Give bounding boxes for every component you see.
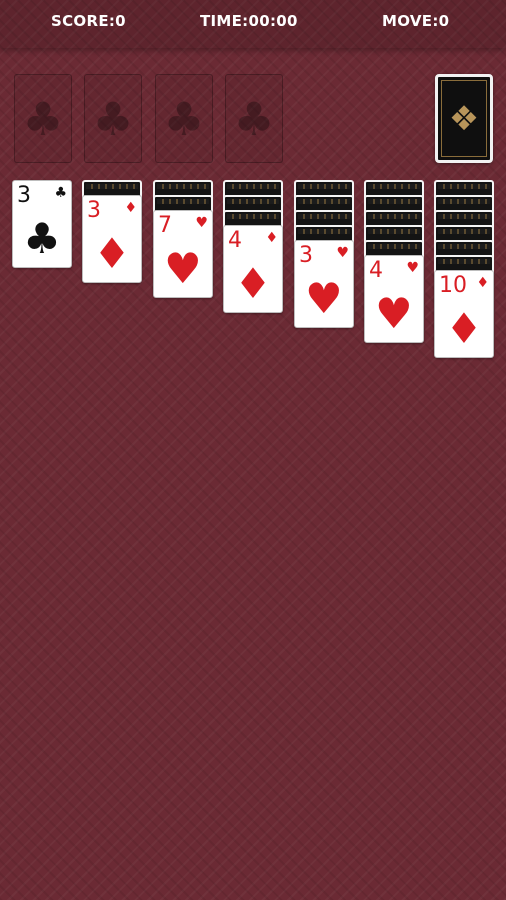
suit-icon: ♦	[265, 230, 278, 246]
move-counter-label: MOVE:0	[382, 12, 450, 30]
score-label: SCORE:0	[51, 12, 126, 30]
suit-icon: ♦	[476, 275, 489, 291]
face-up-card[interactable]: 7 ♥ ♥	[153, 210, 213, 298]
foundation-pile-2[interactable]: ♣	[84, 74, 142, 163]
suit-icon: ♣	[54, 185, 67, 201]
club-icon: ♣	[233, 91, 275, 146]
suit-icon: ♦	[445, 304, 483, 353]
suit-icon: ♥	[195, 215, 208, 231]
face-up-card[interactable]: 4 ♥ ♥	[364, 255, 424, 343]
foundation-pile-4[interactable]: ♣	[225, 74, 283, 163]
card-back-ornament-icon: ❖	[448, 98, 480, 139]
face-up-card[interactable]: 10 ♦ ♦	[434, 270, 494, 358]
suit-icon: ♦	[234, 259, 272, 308]
card-rank: 4	[369, 258, 383, 283]
face-up-card[interactable]: 3 ♣ ♣	[12, 180, 72, 268]
foundation-pile-3[interactable]: ♣	[155, 74, 213, 163]
suit-icon: ♦	[93, 229, 131, 278]
club-icon: ♣	[22, 91, 64, 146]
foundation-pile-1[interactable]: ♣	[14, 74, 72, 163]
card-rank: 7	[158, 213, 172, 238]
suit-icon: ♥	[164, 244, 202, 293]
face-up-card[interactable]: 4 ♦ ♦	[223, 225, 283, 313]
suit-icon: ♥	[406, 260, 419, 276]
suit-icon: ♦	[124, 200, 137, 216]
card-back-frame: ❖	[441, 80, 487, 157]
card-rank: 3	[299, 243, 313, 268]
card-rank: 3	[87, 198, 101, 223]
card-rank: 10	[439, 273, 467, 298]
stock-pile[interactable]: ❖	[435, 74, 493, 163]
timer-label: TIME:00:00	[200, 12, 298, 30]
card-rank: 4	[228, 228, 242, 253]
club-icon: ♣	[92, 91, 134, 146]
suit-icon: ♥	[305, 274, 343, 323]
card-rank: 3	[17, 183, 31, 208]
top-status-bar: SCORE:0 TIME:00:00 MOVE:0	[0, 0, 506, 48]
suit-icon: ♣	[23, 214, 61, 263]
suit-icon: ♥	[336, 245, 349, 261]
club-icon: ♣	[163, 91, 205, 146]
face-up-card[interactable]: 3 ♦ ♦	[82, 195, 142, 283]
suit-icon: ♥	[375, 289, 413, 338]
face-up-card[interactable]: 3 ♥ ♥	[294, 240, 354, 328]
